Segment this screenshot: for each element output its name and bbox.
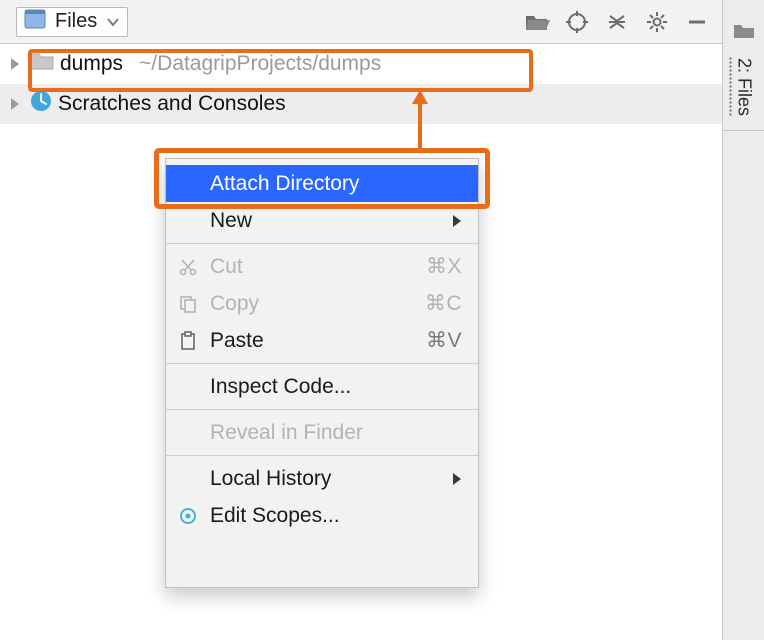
expand-arrow-icon[interactable] <box>6 57 24 71</box>
menu-separator <box>166 455 478 456</box>
settings-button[interactable] <box>640 5 674 39</box>
context-menu: Attach Directory New Cut ⌘X <box>165 158 479 588</box>
menu-cut[interactable]: Cut ⌘X <box>166 248 478 285</box>
menu-reveal-in-finder[interactable]: Reveal in Finder <box>166 414 478 451</box>
submenu-arrow-icon <box>446 214 462 228</box>
folder-icon <box>30 51 54 77</box>
menu-separator <box>166 243 478 244</box>
right-tab-files[interactable]: 2: Files <box>723 10 764 131</box>
cut-icon <box>176 258 200 276</box>
collapse-all-button[interactable] <box>600 5 634 39</box>
tree-item-label: Scratches and Consoles <box>58 92 286 116</box>
menu-paste[interactable]: Paste ⌘V <box>166 322 478 359</box>
view-selector[interactable]: Files <box>16 7 128 37</box>
folder-icon <box>733 22 755 46</box>
menu-attach-directory[interactable]: Attach Directory <box>166 165 478 202</box>
files-toolbar: Files <box>0 0 722 44</box>
right-tool-strip: 2: Files <box>722 0 764 640</box>
right-tab-label: 2: Files <box>734 58 755 116</box>
tree-item-path: ~/DatagripProjects/dumps <box>139 52 381 76</box>
menu-local-history[interactable]: Local History <box>166 460 478 497</box>
expand-arrow-icon[interactable] <box>6 97 24 111</box>
open-folder-button[interactable] <box>520 5 554 39</box>
menu-separator <box>166 363 478 364</box>
menu-copy[interactable]: Copy ⌘C <box>166 285 478 322</box>
menu-inspect-code[interactable]: Inspect Code... <box>166 368 478 405</box>
copy-icon <box>176 295 200 313</box>
scratches-icon <box>30 90 52 118</box>
tree-item-scratches[interactable]: Scratches and Consoles <box>0 84 722 124</box>
file-tree: dumps ~/DatagripProjects/dumps Scratches… <box>0 44 722 124</box>
minimize-button[interactable] <box>680 5 714 39</box>
menu-new[interactable]: New <box>166 202 478 239</box>
chevron-down-icon <box>107 10 119 33</box>
menu-edit-scopes[interactable]: Edit Scopes... <box>166 497 478 534</box>
submenu-arrow-icon <box>446 472 462 486</box>
paste-icon <box>176 331 200 351</box>
menu-separator <box>166 409 478 410</box>
target-button[interactable] <box>560 5 594 39</box>
tree-item-label: dumps <box>60 52 123 76</box>
tree-item-dumps[interactable]: dumps ~/DatagripProjects/dumps <box>0 44 722 84</box>
view-selector-label: Files <box>55 10 97 33</box>
project-icon <box>25 10 45 34</box>
scope-icon <box>176 507 200 525</box>
